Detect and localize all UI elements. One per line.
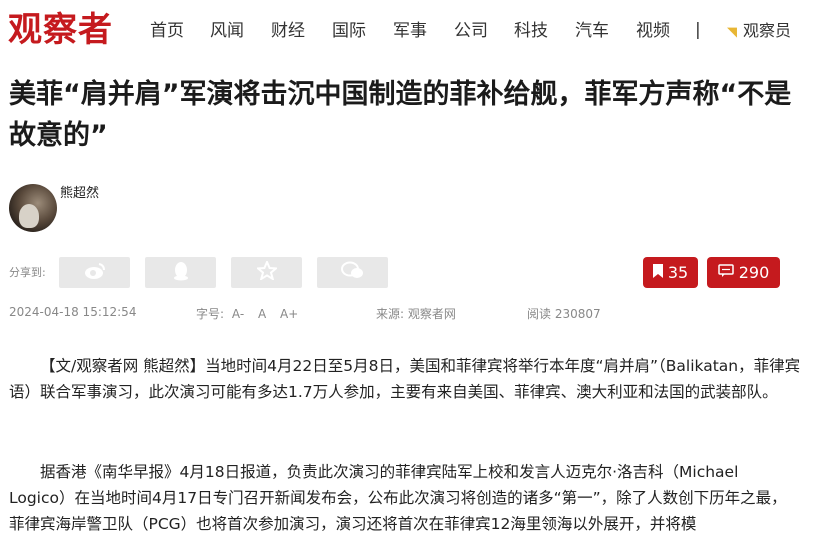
read-count: 230807 [554,307,601,321]
weibo-icon [84,262,106,284]
author-name[interactable]: 熊超然 [60,182,99,201]
source-info: 来源: 观察者网 [376,305,456,322]
font-size-label: 字号: [196,307,225,321]
article-title: 美菲“肩并肩”军演将击沉中国制造的菲补给舰，菲军方声称“不是故意的” [9,79,792,151]
font-size-controls: 字号: A- A A+ [196,305,298,322]
nav-item-video[interactable]: 视频 [636,19,670,43]
nav-separator: | [695,20,701,40]
nav-item-company[interactable]: 公司 [454,19,488,43]
bookmark-count: 35 [667,263,689,282]
read-info: 阅读 230807 [527,305,601,322]
article-paragraph: 据香港《南华早报》4月18日报道，负责此次演习的菲律宾陆军上校和发言人迈克尔·洛… [9,463,787,533]
comment-count: 290 [738,263,770,282]
source-label: 来源: [376,307,405,321]
observer-link[interactable]: ◥ 观察员 [727,19,791,45]
site-logo[interactable]: 观察者 [8,8,113,52]
publish-date: 2024-04-18 15:12:54 [9,305,137,319]
font-normal-button[interactable]: A [258,307,266,321]
share-wechat-button[interactable] [317,257,388,288]
nav-item-military[interactable]: 军事 [393,19,427,43]
nav-item-finance[interactable]: 财经 [271,19,305,43]
nav-item-auto[interactable]: 汽车 [575,19,609,43]
source-name: 观察者网 [407,307,456,321]
observer-icon: ◥ [727,25,737,40]
share-label: 分享到: [9,266,46,279]
font-larger-button[interactable]: A+ [280,307,298,321]
bookmark-icon [652,263,663,282]
wechat-icon [340,261,365,284]
qzone-star-icon [254,259,279,284]
article-paragraph: 【文/观察者网 熊超然】当地时间4月22日至5月8日，美国和菲律宾将举行本年度“… [9,357,801,401]
share-qzone-button[interactable] [231,257,302,288]
font-smaller-button[interactable]: A- [232,307,244,321]
observer-label: 观察员 [743,21,792,40]
author-avatar[interactable] [9,184,57,232]
bookmark-button[interactable]: 35 [643,257,698,288]
share-weibo-button[interactable] [59,257,130,288]
read-label: 阅读 [527,307,552,321]
nav-item-fengwen[interactable]: 风闻 [210,19,244,43]
qq-icon [172,261,190,285]
share-qq-button[interactable] [145,257,216,288]
avatar-face [19,204,39,228]
comment-button[interactable]: 290 [707,257,780,288]
comment-icon [717,263,734,282]
nav-item-tech[interactable]: 科技 [514,19,548,43]
nav-item-home[interactable]: 首页 [150,19,184,43]
nav-item-international[interactable]: 国际 [332,19,366,43]
